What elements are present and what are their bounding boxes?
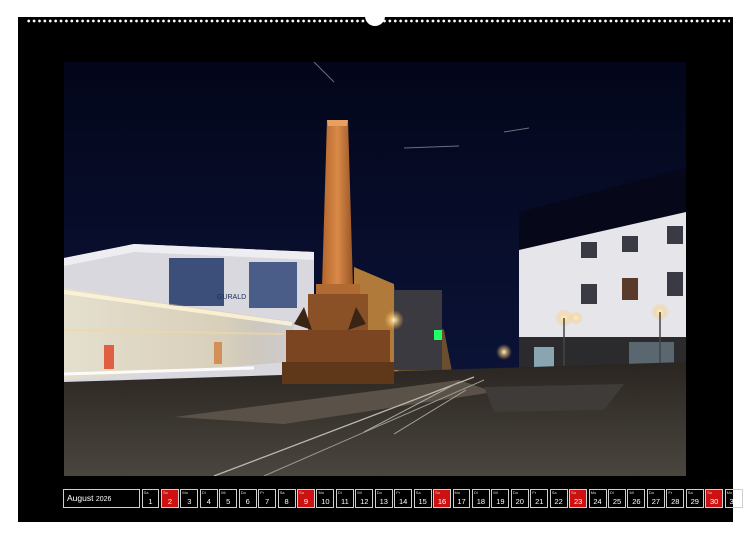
day-number: 19 bbox=[496, 497, 505, 506]
weekday-abbrev: Mo bbox=[182, 490, 188, 495]
calendar-day: Sa 15 bbox=[413, 489, 432, 508]
day-number: 25 bbox=[612, 497, 622, 506]
calendar-day: Di 4 bbox=[199, 489, 218, 508]
weekday-abbrev: Do bbox=[376, 490, 382, 495]
calendar-day: Mo 31 bbox=[724, 489, 743, 508]
calendar-day: Sa 22 bbox=[549, 489, 568, 508]
day-number: 5 bbox=[226, 497, 231, 506]
weekday-abbrev: So bbox=[299, 490, 304, 495]
night-city-photo: GURALD bbox=[64, 62, 686, 476]
calendar-day: So 30 bbox=[705, 489, 724, 508]
weekday-abbrev: Do bbox=[648, 490, 655, 495]
day-number: 17 bbox=[457, 497, 466, 506]
day-number: 11 bbox=[340, 497, 349, 506]
calendar-day: Di 11 bbox=[335, 489, 354, 508]
day-number: 20 bbox=[515, 497, 524, 506]
day-number: 29 bbox=[690, 497, 699, 506]
weekday-abbrev: Mo bbox=[590, 490, 597, 495]
weekday-abbrev: Mi bbox=[629, 490, 634, 495]
weekday-abbrev: Sa bbox=[687, 490, 693, 495]
calendar-day: Fr 28 bbox=[666, 489, 685, 508]
day-number: 23 bbox=[573, 497, 583, 506]
weekday-abbrev: Sa bbox=[551, 490, 557, 495]
day-number: 9 bbox=[303, 497, 309, 506]
calendar-day: So 16 bbox=[433, 489, 451, 508]
day-number: 7 bbox=[265, 497, 270, 506]
weekday-abbrev: Di bbox=[610, 490, 614, 495]
calendar-day: Mo 10 bbox=[316, 489, 335, 508]
weekday-abbrev: Fr bbox=[260, 490, 264, 495]
weekday-abbrev: Fr bbox=[532, 490, 537, 495]
calendar-day: Di 18 bbox=[471, 489, 490, 508]
weekday-abbrev: Fr bbox=[396, 490, 401, 495]
month-label: August 2026 bbox=[63, 489, 140, 508]
day-number: 6 bbox=[245, 497, 250, 506]
calendar-day: Mo 17 bbox=[452, 489, 471, 508]
day-number: 21 bbox=[535, 497, 544, 506]
year: 2026 bbox=[95, 496, 112, 503]
day-number: 10 bbox=[321, 497, 330, 506]
weekday-abbrev: So bbox=[162, 490, 168, 495]
weekday-abbrev: Do bbox=[512, 490, 518, 495]
day-number: 8 bbox=[284, 497, 289, 506]
calendar-day: Fr 14 bbox=[394, 489, 413, 508]
weekday-abbrev: Fr bbox=[668, 490, 673, 495]
day-number: 13 bbox=[379, 497, 388, 506]
weekday-abbrev: Di bbox=[337, 490, 342, 495]
day-number: 27 bbox=[651, 497, 661, 506]
day-number: 15 bbox=[418, 497, 427, 506]
calendar-day: Mi 12 bbox=[355, 489, 374, 508]
weekday-abbrev: Di bbox=[201, 490, 206, 495]
day-number: 14 bbox=[399, 497, 408, 506]
day-number: 28 bbox=[671, 497, 680, 506]
weekday-abbrev: Sa bbox=[143, 490, 149, 495]
calendar-day: Do 13 bbox=[374, 489, 393, 508]
sign-text: GURALD bbox=[217, 294, 246, 301]
calendar-day: Do 20 bbox=[510, 489, 529, 508]
weekday-abbrev: So bbox=[435, 490, 441, 495]
day-number: 16 bbox=[437, 497, 447, 506]
weekday-abbrev: Di bbox=[473, 490, 478, 495]
weekday-abbrev: Mi bbox=[357, 490, 362, 495]
weekday-abbrev: Mo bbox=[318, 490, 325, 495]
calendar-day: So 23 bbox=[569, 489, 588, 508]
weekday-abbrev: So bbox=[707, 490, 713, 495]
weekday-abbrev: Mi bbox=[493, 490, 498, 495]
day-number: 1 bbox=[148, 497, 153, 506]
calendar-day: Sa 29 bbox=[685, 489, 704, 508]
day-number: 18 bbox=[476, 497, 486, 506]
calendar-day: Mi 19 bbox=[491, 489, 510, 508]
day-number: 30 bbox=[710, 497, 719, 506]
calendar-day: Do 6 bbox=[238, 489, 257, 508]
calendar-day: So 2 bbox=[160, 489, 179, 508]
weekday-abbrev: Mo bbox=[454, 490, 461, 495]
weekday-abbrev: Mo bbox=[726, 490, 733, 495]
weekday-abbrev: Sa bbox=[415, 490, 421, 495]
calendar-day: Mo 24 bbox=[588, 489, 607, 508]
day-number: 12 bbox=[360, 497, 369, 506]
weekday-abbrev: Do bbox=[240, 490, 246, 495]
day-number: 3 bbox=[187, 497, 192, 506]
calendar-day: Fr 21 bbox=[530, 489, 549, 508]
day-number: 22 bbox=[554, 497, 563, 506]
weekday-abbrev: So bbox=[571, 490, 577, 495]
calendar-day: Do 27 bbox=[646, 489, 665, 508]
month-name: August bbox=[67, 493, 94, 503]
day-number: 2 bbox=[167, 497, 173, 506]
calendar-strip: August 2026 Sa 1 So 2 Mo 3 Di 4 Mi 5 Do 6 Fr 7 Sa 8 So 9 M… bbox=[63, 489, 743, 508]
calendar-day: Fr 7 bbox=[258, 489, 277, 508]
calendar-day: Sa 1 bbox=[141, 489, 160, 508]
calendar-day: Mi 5 bbox=[219, 489, 238, 508]
day-number: 24 bbox=[593, 497, 602, 506]
calendar-day: Mi 26 bbox=[627, 489, 646, 508]
day-number: 26 bbox=[632, 497, 641, 506]
day-number: 31 bbox=[729, 497, 738, 506]
calendar-day: Sa 8 bbox=[277, 489, 296, 508]
calendar-day: Mo 3 bbox=[180, 489, 199, 508]
weekday-abbrev: Sa bbox=[279, 490, 285, 495]
calendar-day: Di 25 bbox=[608, 489, 626, 508]
calendar-day: So 9 bbox=[297, 489, 315, 508]
weekday-abbrev: Mi bbox=[221, 490, 226, 495]
day-number: 4 bbox=[206, 497, 211, 506]
